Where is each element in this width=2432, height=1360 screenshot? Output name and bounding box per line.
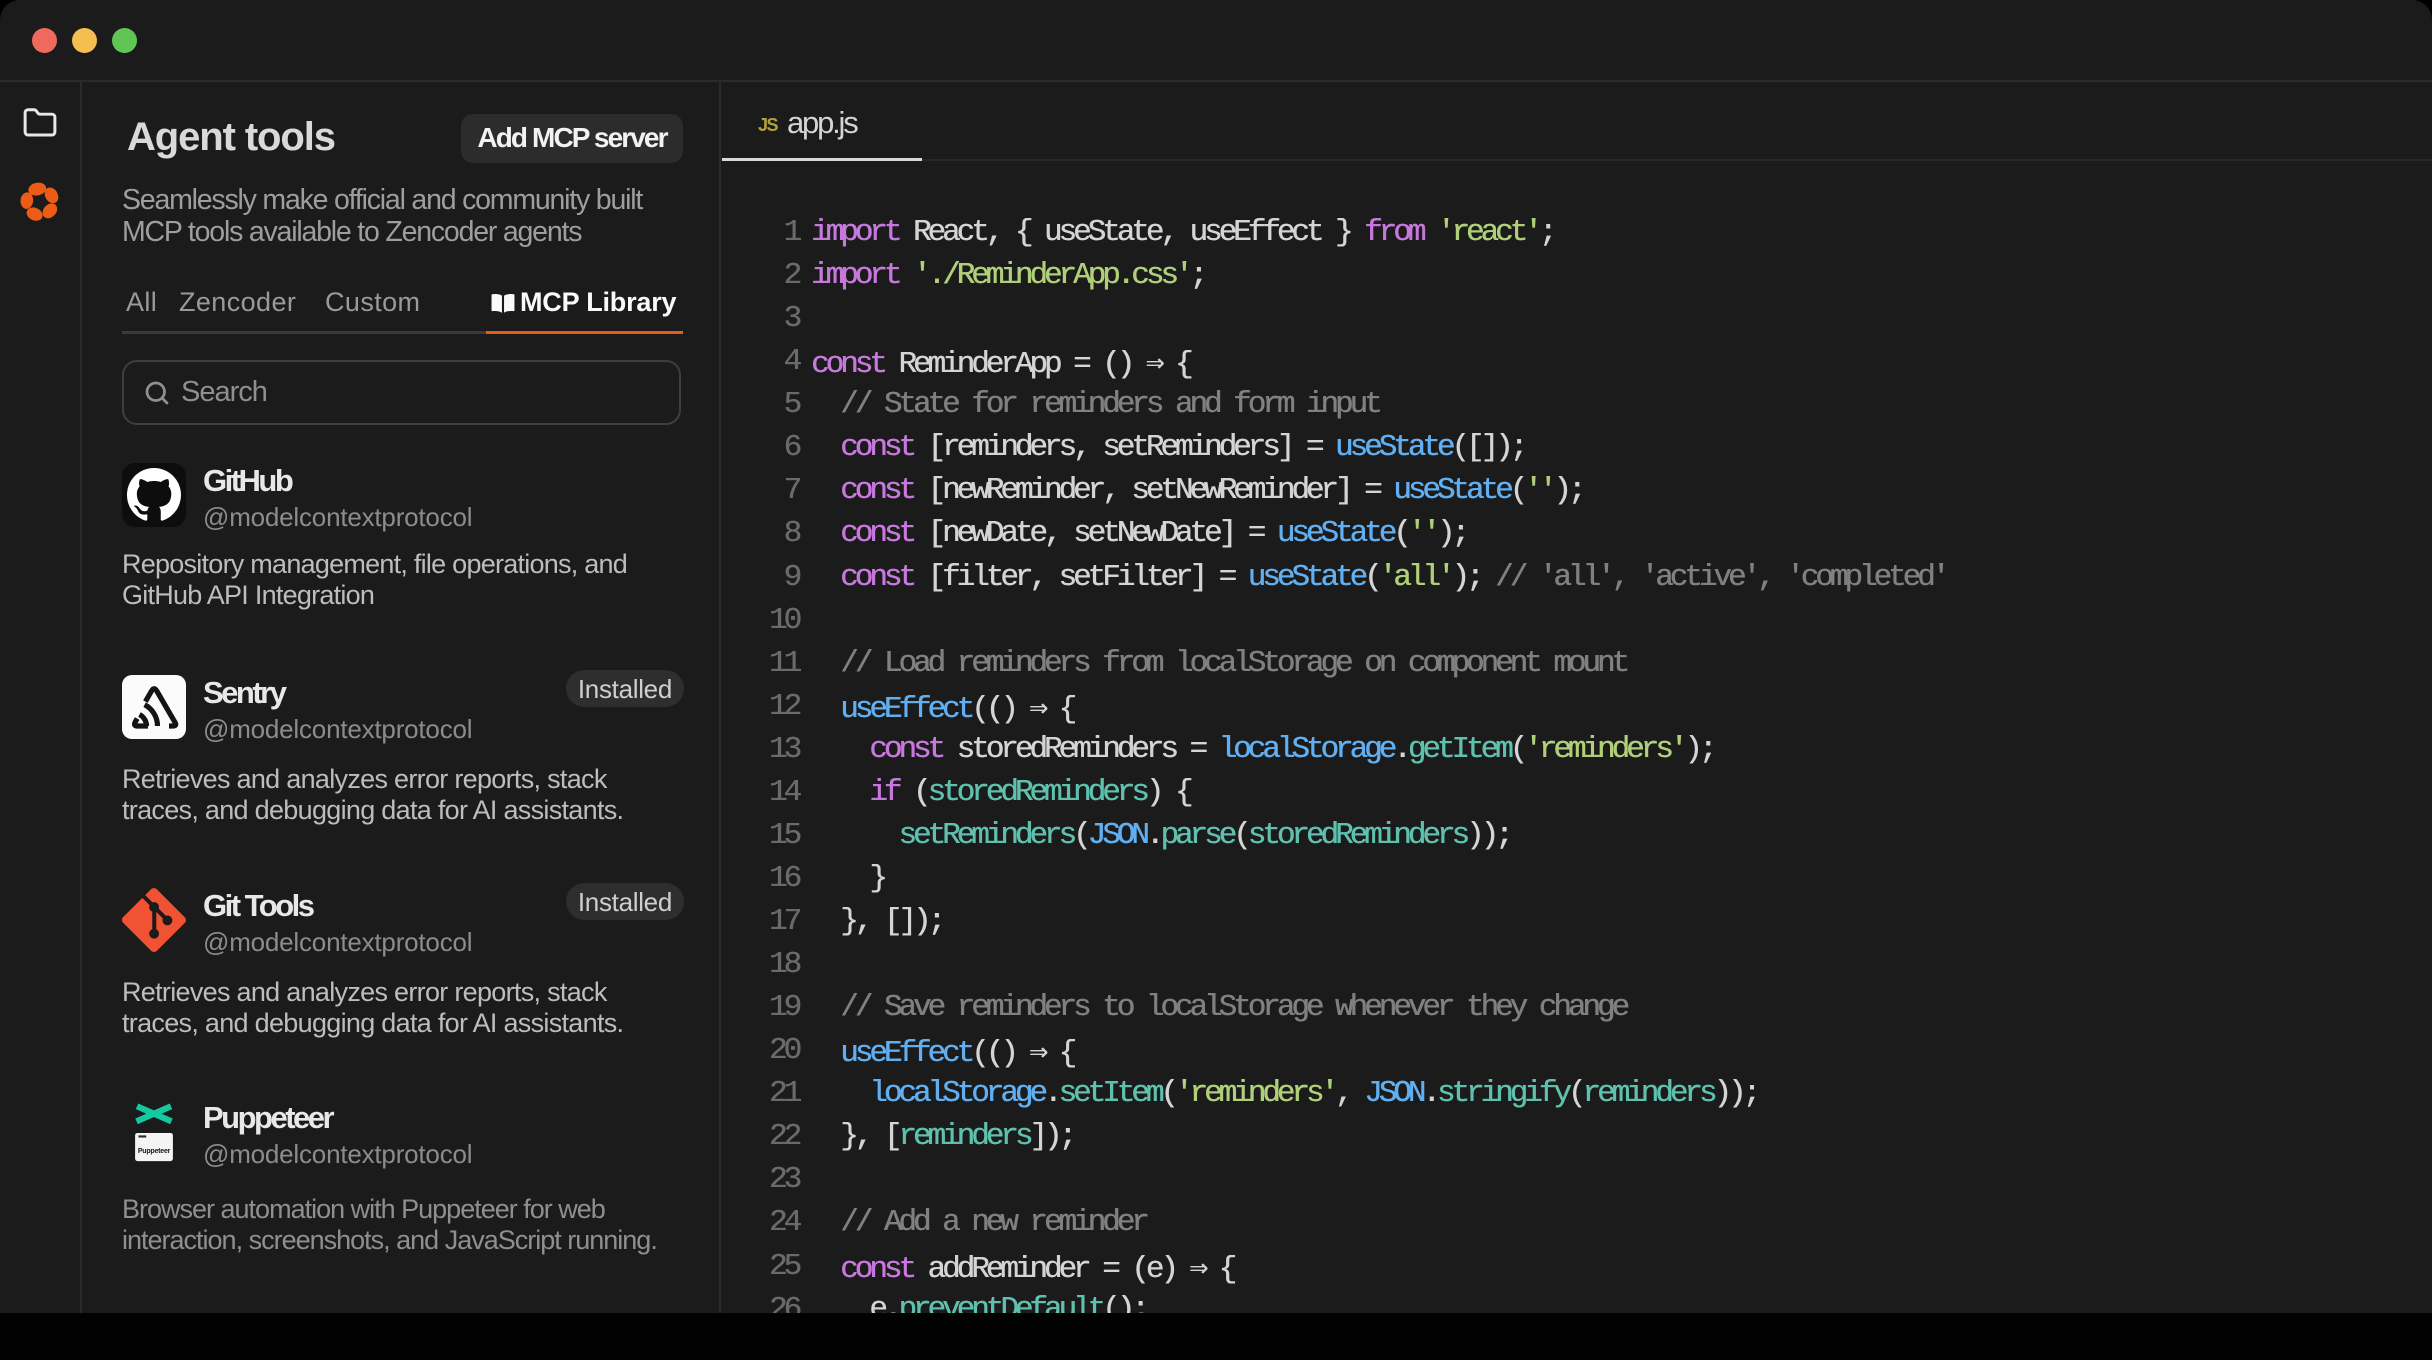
svg-text:Puppeteer: Puppeteer (138, 1148, 171, 1155)
